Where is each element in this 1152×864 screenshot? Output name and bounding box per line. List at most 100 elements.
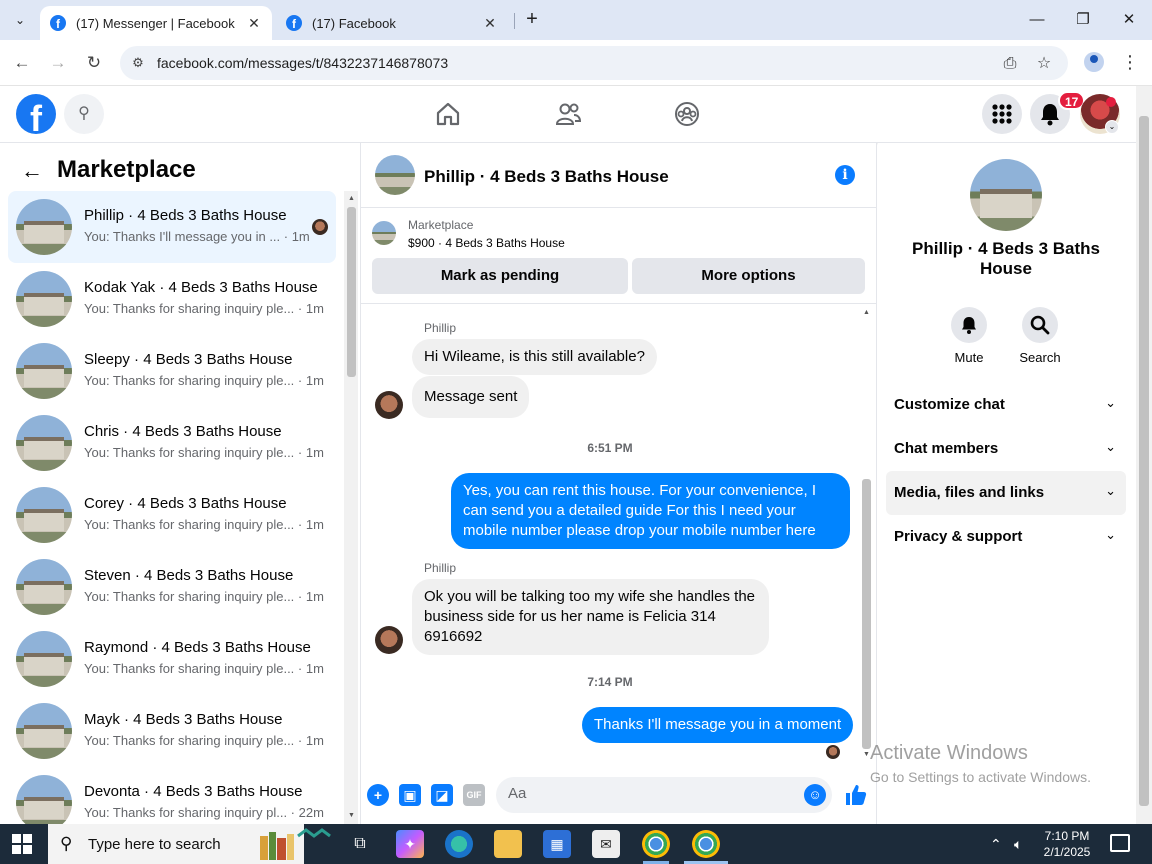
customize-chat-section[interactable]: Customize chat ⌄ xyxy=(886,383,1126,427)
conversation-item[interactable]: Sleepy · 4 Beds 3 Baths House You: Thank… xyxy=(8,335,336,407)
chat-header: Phillip · 4 Beds 3 Baths House i xyxy=(361,143,877,208)
install-app-icon[interactable]: ⎙ xyxy=(1000,54,1020,74)
scroll-up-icon[interactable]: ▲ xyxy=(347,194,356,204)
back-arrow-icon[interactable]: ← xyxy=(9,50,35,76)
outgoing-message[interactable]: Yes, you can rent this house. For your c… xyxy=(451,473,850,549)
chrome-active-icon[interactable] xyxy=(692,830,720,858)
close-window-icon[interactable]: ✕ xyxy=(1117,8,1141,32)
menu-grid-icon[interactable] xyxy=(982,94,1022,134)
books-widget-icon[interactable] xyxy=(256,826,336,862)
new-tab-plus-icon[interactable]: + xyxy=(520,8,544,32)
mark-as-pending-button[interactable]: Mark as pending xyxy=(372,258,628,294)
incoming-message[interactable]: Ok you will be talking too my wife she h… xyxy=(412,579,769,655)
browser-profile-icon[interactable] xyxy=(1084,52,1104,72)
thumbs-up-icon[interactable] xyxy=(842,781,870,809)
conversation-snippet: You: Thanks for sharing inquiry ple... ·… xyxy=(84,733,324,748)
incoming-message[interactable]: Message sent xyxy=(412,376,530,418)
facebook-favicon-icon: f xyxy=(286,15,302,31)
sidebar-scrollbar[interactable]: ▲ ▼ xyxy=(344,191,358,824)
search-icon[interactable]: ⚲ xyxy=(64,94,104,134)
home-icon[interactable] xyxy=(432,98,464,130)
task-view-icon[interactable]: ⧉ xyxy=(346,830,374,858)
scroll-up-icon[interactable]: ▲ xyxy=(862,308,871,318)
chat-members-section[interactable]: Chat members ⌄ xyxy=(886,427,1126,471)
mail-icon[interactable]: ✉ xyxy=(592,830,620,858)
message-input-wrapper[interactable]: ☺ xyxy=(496,777,832,813)
info-icon[interactable]: i xyxy=(835,165,855,185)
back-arrow-icon[interactable]: ← xyxy=(18,157,46,185)
conversation-name: Chris · 4 Beds 3 Baths House xyxy=(84,423,282,440)
emoji-icon[interactable]: ☺ xyxy=(804,784,826,806)
forward-arrow-icon[interactable]: → xyxy=(45,50,71,76)
section-label: Privacy & support xyxy=(894,528,1023,545)
conversation-item[interactable]: Chris · 4 Beds 3 Baths House You: Thanks… xyxy=(8,407,336,479)
account-chevron-down-icon[interactable]: ⌄ xyxy=(1105,120,1119,134)
facebook-logo-icon[interactable]: f xyxy=(16,94,56,134)
chrome-icon[interactable] xyxy=(642,830,670,858)
omnibox[interactable]: ⚙ facebook.com/messages/t/84322371468780… xyxy=(120,46,1068,80)
tab-title: (17) Messenger | Facebook xyxy=(76,15,235,31)
sender-avatar[interactable] xyxy=(375,626,403,654)
details-avatar[interactable] xyxy=(970,159,1042,231)
edge-browser-icon[interactable] xyxy=(445,830,473,858)
mute-button[interactable]: Mute xyxy=(939,307,999,365)
conversation-item[interactable]: Kodak Yak · 4 Beds 3 Baths House You: Th… xyxy=(8,263,336,335)
taskbar-clock[interactable]: 7:10 PM 2/1/2025 xyxy=(1036,828,1098,860)
conversation-item[interactable]: Phillip · 4 Beds 3 Baths House You: Than… xyxy=(8,191,336,263)
page-scroll-thumb[interactable] xyxy=(1139,116,1149,806)
tab-facebook[interactable]: f (17) Facebook ✕ xyxy=(276,6,508,40)
browser-menu-icon[interactable]: ⋮ xyxy=(1120,52,1140,74)
file-explorer-icon[interactable] xyxy=(494,830,522,858)
microsoft-store-icon[interactable]: ▦ xyxy=(543,830,571,858)
conversation-item[interactable]: Steven · 4 Beds 3 Baths House You: Thank… xyxy=(8,551,336,623)
restore-window-icon[interactable]: ❐ xyxy=(1071,8,1095,32)
more-options-button[interactable]: More options xyxy=(632,258,865,294)
search-icon: ⚲ xyxy=(60,834,73,853)
friends-icon[interactable] xyxy=(552,98,584,130)
groups-icon[interactable] xyxy=(671,98,703,130)
reload-icon[interactable]: ↻ xyxy=(81,50,107,76)
account-alert-dot xyxy=(1106,97,1116,107)
sticker-icon[interactable]: ◪ xyxy=(431,784,453,806)
conversation-snippet: You: Thanks for sharing inquiry ple... ·… xyxy=(84,373,324,388)
listing-banner: Marketplace $900 · 4 Beds 3 Baths House … xyxy=(361,208,877,304)
thread-scrollbar[interactable]: ▲ ▼ xyxy=(859,304,873,764)
volume-icon[interactable]: 🔈︎ xyxy=(1014,836,1022,853)
windows-start-icon[interactable] xyxy=(12,834,32,854)
tab-messenger[interactable]: f (17) Messenger | Facebook ✕ xyxy=(40,6,272,40)
conversation-item[interactable]: Raymond · 4 Beds 3 Baths House You: Than… xyxy=(8,623,336,695)
media-files-links-section[interactable]: Media, files and links ⌄ xyxy=(886,471,1126,515)
conversation-item[interactable]: Devonta · 4 Beds 3 Baths House You: Than… xyxy=(8,767,336,824)
privacy-support-section[interactable]: Privacy & support ⌄ xyxy=(886,515,1126,559)
conversation-snippet: You: Thanks for sharing inquiry ple... ·… xyxy=(84,301,324,316)
site-info-icon[interactable]: ⚙ xyxy=(130,55,146,71)
sidebar-scroll-thumb[interactable] xyxy=(347,207,356,377)
thread-scroll-thumb[interactable] xyxy=(862,479,871,749)
gif-icon[interactable]: GIF xyxy=(463,784,485,806)
tab-search-chevron-icon[interactable]: ⌄ xyxy=(8,8,32,32)
copilot-icon[interactable]: ✦ xyxy=(396,830,424,858)
message-input[interactable] xyxy=(508,785,788,802)
plus-circle-icon[interactable]: + xyxy=(367,784,389,806)
conversation-item[interactable]: Corey · 4 Beds 3 Baths House You: Thanks… xyxy=(8,479,336,551)
search-in-conversation-button[interactable]: Search xyxy=(1010,307,1070,365)
notification-center-icon[interactable] xyxy=(1110,834,1130,852)
close-tab-icon[interactable]: ✕ xyxy=(482,15,498,32)
outgoing-message[interactable]: Thanks I'll message you in a moment xyxy=(582,707,854,743)
url-text[interactable]: facebook.com/messages/t/8432237146878073 xyxy=(157,55,448,71)
photo-icon[interactable]: ▣ xyxy=(399,784,421,806)
sender-avatar[interactable] xyxy=(375,391,403,419)
conversation-name: Phillip · 4 Beds 3 Baths House xyxy=(84,207,287,224)
conversation-name: Mayk · 4 Beds 3 Baths House xyxy=(84,711,283,728)
tray-chevron-up-icon[interactable]: ⌃ xyxy=(990,836,1002,853)
incoming-message[interactable]: Hi Wileame, is this still available? xyxy=(412,339,657,375)
page-scrollbar[interactable] xyxy=(1136,86,1152,824)
scroll-down-icon[interactable]: ▼ xyxy=(347,811,356,821)
conversation-item[interactable]: Mayk · 4 Beds 3 Baths House You: Thanks … xyxy=(8,695,336,767)
chat-avatar[interactable] xyxy=(375,155,415,195)
listing-thumbnail xyxy=(16,271,72,327)
chat-title[interactable]: Phillip · 4 Beds 3 Baths House xyxy=(424,167,669,187)
minimize-icon[interactable]: — xyxy=(1025,8,1049,32)
close-tab-icon[interactable]: ✕ xyxy=(246,15,262,32)
bookmark-star-icon[interactable]: ☆ xyxy=(1034,54,1054,74)
